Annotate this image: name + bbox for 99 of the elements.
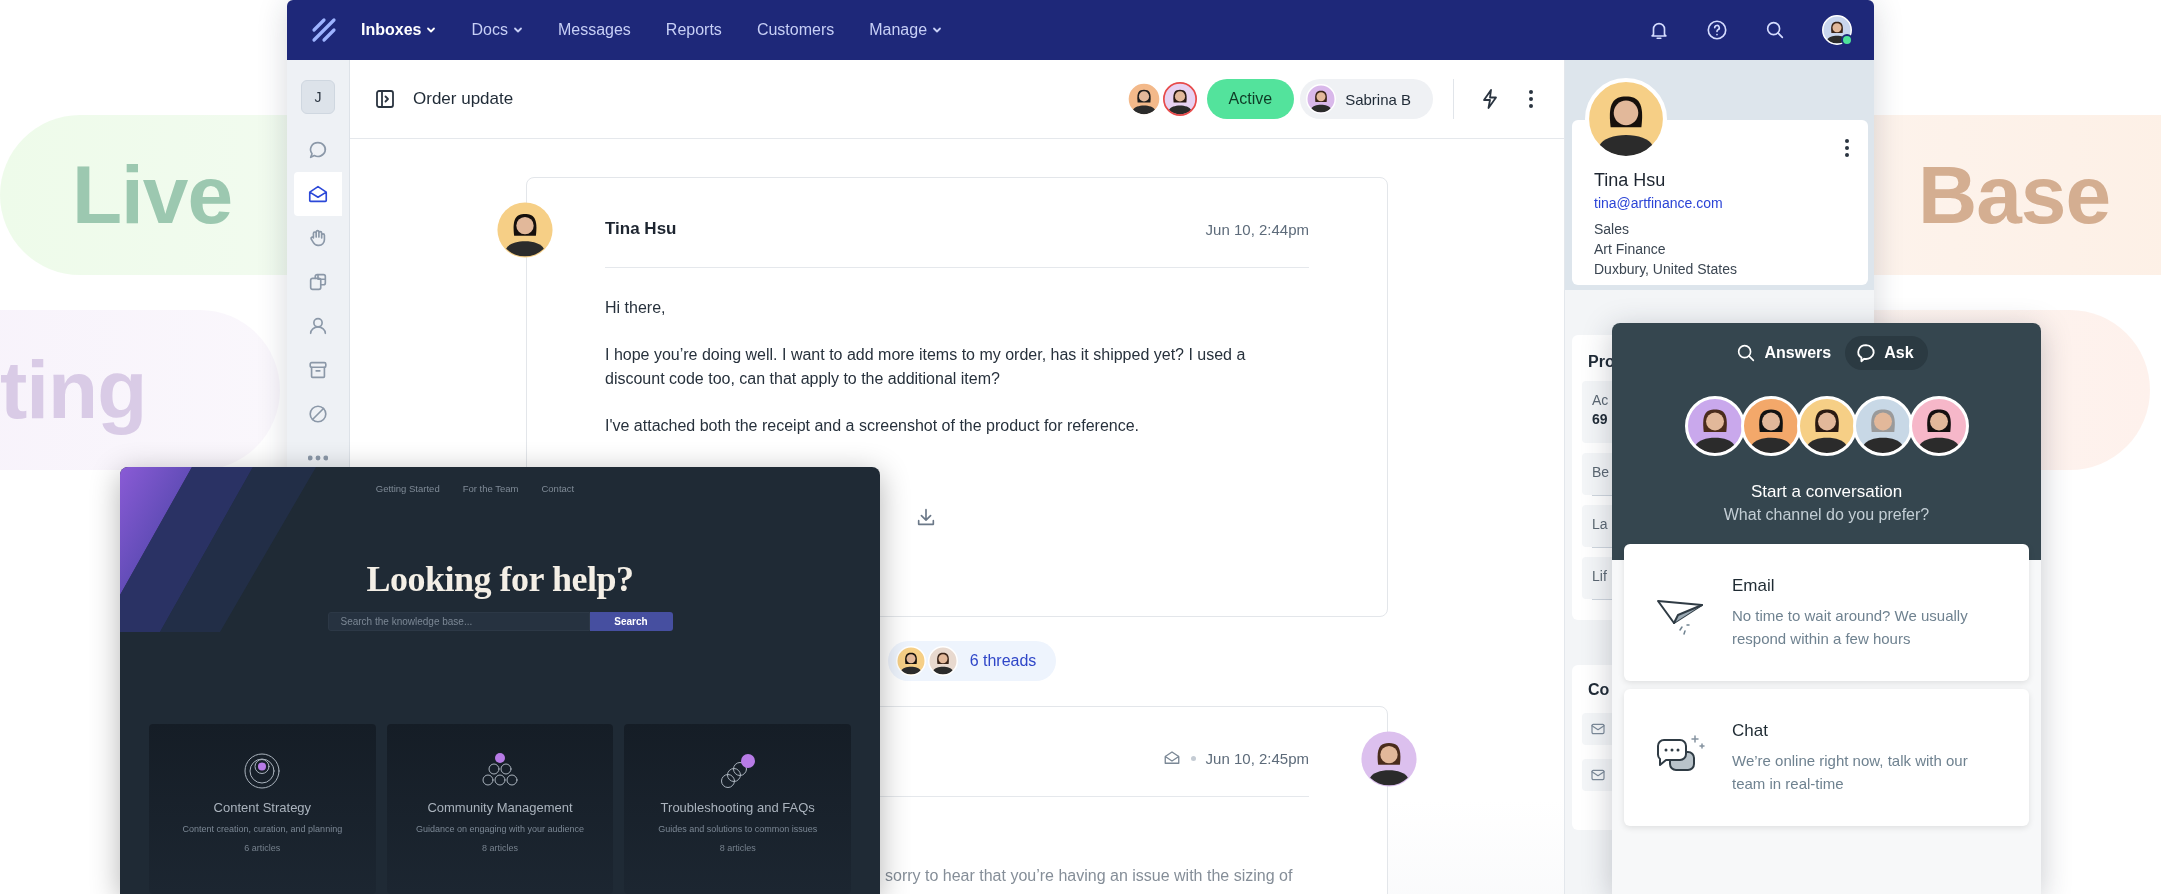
threads-button[interactable]: 6 threads (887, 641, 1057, 681)
nav-link[interactable]: For the Team (462, 483, 519, 494)
nav-item[interactable]: Customers (756, 21, 835, 39)
property-label: Ac (1592, 392, 1609, 408)
category-description: Guidance on engaging with your audience (415, 824, 585, 834)
property-label: Be (1592, 464, 1610, 480)
article-count: 8 articles (719, 843, 756, 853)
channel-title: Email (1732, 575, 1776, 596)
caret-icon (512, 25, 523, 35)
nav-item[interactable]: Reports (665, 21, 722, 39)
property-label: La (1592, 516, 1608, 532)
more-icon[interactable] (1528, 89, 1534, 109)
avatar (1360, 730, 1418, 788)
category-description: Content creation, curation, and planning (182, 824, 343, 834)
caret-icon (932, 25, 943, 35)
category-card[interactable]: Content Strategy Content creation, curation, and planning 6 articles (149, 724, 376, 894)
nav-item[interactable]: Inboxes (361, 21, 437, 39)
online-dot (1841, 34, 1853, 46)
property-label: Lif (1592, 568, 1607, 584)
avatar[interactable] (1822, 15, 1852, 45)
envelope-icon (1162, 749, 1181, 767)
message-text: sorry to hear that you’re having an issue with the sizing of (885, 866, 1294, 886)
avatar (1908, 396, 1969, 456)
copy-icon (307, 271, 329, 293)
page-heading: Looking for help? (366, 558, 634, 600)
channel-description: We’re online right now, talk with our team in real-time (1732, 750, 1969, 794)
envelope-icon (1590, 767, 1606, 783)
email-link[interactable]: tina@artfinance.com (1594, 195, 1848, 211)
category-title: Content Strategy (213, 800, 312, 815)
message-time: Jun 10, 2:44pm (1205, 220, 1309, 238)
archive-icon (307, 359, 329, 381)
linked-circles-icon (718, 752, 757, 790)
category-card[interactable]: Community Management Guidance on engaging with your audience 8 articles (386, 724, 614, 894)
person-icon (307, 315, 329, 337)
avatar (927, 646, 958, 676)
assignee-button[interactable]: Sabrina B (1300, 79, 1433, 119)
status-button[interactable]: Active (1206, 79, 1295, 119)
avatar (1162, 82, 1197, 116)
customer-detail: Art Finance (1594, 240, 1667, 259)
more-icon (308, 455, 328, 461)
customer-name: Tina Hsu (1594, 170, 1667, 191)
background-label: Base (1918, 154, 2111, 236)
avatar (1852, 396, 1913, 456)
lightning-icon[interactable] (1480, 88, 1500, 110)
channel-description: No time to wait around? We usually respond within a few hours (1732, 605, 1969, 649)
nav-item[interactable]: Messages (557, 21, 631, 39)
avatar (1796, 396, 1857, 456)
sidebar-item[interactable] (294, 172, 342, 216)
inbox-icon (307, 183, 329, 205)
panel-toggle-icon[interactable] (375, 89, 395, 109)
search-icon[interactable] (1764, 19, 1786, 41)
category-title: Community Management (427, 800, 573, 815)
tab[interactable]: Ask (1845, 336, 1928, 370)
caret-icon (426, 25, 437, 35)
category-description: Guides and solutions to common issues (658, 824, 818, 834)
more-icon[interactable] (1844, 138, 1850, 158)
avatar (1740, 396, 1801, 456)
nav-link[interactable]: Getting Started (375, 483, 440, 494)
widget-subtitle: What channel do you prefer? (1723, 506, 1930, 524)
channel-title: Chat (1732, 720, 1769, 741)
author-name: Tina Hsu (605, 219, 677, 239)
chat-icon (307, 139, 329, 161)
article-count: 8 articles (482, 843, 518, 853)
message-text: I hope you’re doing well. I want to add more items to my order, has it shipped yet? I used a discount code too, can that apply to the additional item? (605, 345, 1247, 389)
avatar (895, 646, 926, 676)
category-card[interactable]: Troubleshooting and FAQs Guides and solutions to common issues 8 articles (624, 724, 851, 894)
message-text: I've attached both the receipt and a screenshot of the product for reference. (605, 416, 1141, 436)
target-icon (243, 752, 282, 790)
tab[interactable]: Answers (1725, 336, 1846, 370)
background-label: Live (72, 154, 233, 236)
avatar (1126, 82, 1161, 116)
download-icon[interactable] (915, 506, 937, 528)
avatar (1684, 396, 1745, 456)
customer-detail: Duxbury, United States (1594, 260, 1738, 279)
channel-card[interactable]: Email No time to wait around? We usually respond within a few hours (1624, 544, 2029, 681)
widget-title: Start a conversation (1750, 482, 1903, 502)
property-value: 69 (1592, 411, 1608, 427)
help-icon[interactable] (1706, 19, 1728, 41)
nav-link[interactable]: Contact (541, 483, 575, 494)
customer-detail: Sales (1594, 220, 1631, 239)
search-field[interactable]: Search the knowledge base... (327, 612, 590, 631)
category-title: Troubleshooting and FAQs (660, 800, 815, 815)
logo-icon[interactable] (311, 17, 337, 43)
message-time: Jun 10, 2:45pm (1205, 749, 1309, 767)
nav-item[interactable]: Manage (869, 21, 943, 39)
workspace-button[interactable]: J (301, 80, 335, 114)
channel-card[interactable]: Chat We’re online right now, talk with our team in real-time (1624, 689, 2029, 826)
speech-bubble-icon (1855, 342, 1878, 364)
search-button[interactable]: Search (589, 612, 673, 631)
avatar (496, 201, 554, 259)
card-title: Co (1588, 681, 1610, 698)
envelope-icon (1590, 721, 1606, 737)
avatar (1306, 84, 1337, 114)
nav-item[interactable]: Docs (471, 21, 523, 39)
article-count: 6 articles (244, 843, 281, 853)
blocked-icon (307, 403, 329, 425)
message-text: Hi there, (605, 298, 667, 318)
conversation-title: Order update (413, 89, 514, 109)
separator-dot (1190, 755, 1196, 761)
